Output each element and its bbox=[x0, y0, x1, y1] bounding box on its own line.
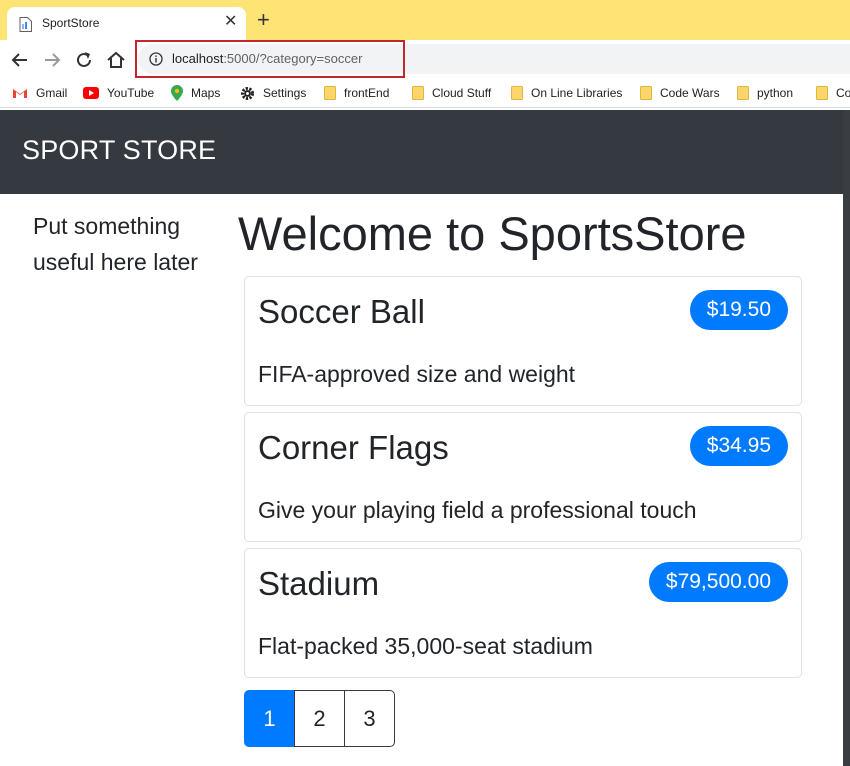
price-badge: $34.95 bbox=[689, 426, 788, 466]
product-description: Flat-packed 35,000-seat stadium bbox=[258, 633, 593, 659]
folder-icon bbox=[640, 86, 652, 100]
bookmark-label: On Line Libraries bbox=[531, 86, 623, 100]
home-icon[interactable] bbox=[105, 49, 127, 71]
product-name: Stadium bbox=[258, 565, 380, 602]
youtube-icon bbox=[83, 87, 99, 99]
bookmark-folder-cloud-stuff[interactable]: Cloud Stuff bbox=[412, 84, 491, 102]
bookmark-label: Code Wars bbox=[660, 86, 720, 100]
forward-arrow-icon[interactable] bbox=[41, 49, 63, 71]
bookmark-folder-online-libraries[interactable]: On Line Libraries bbox=[511, 84, 622, 102]
price-badge: $19.50 bbox=[689, 290, 788, 330]
bookmark-folder-code-wars[interactable]: Code Wars bbox=[640, 84, 720, 102]
gmail-icon bbox=[13, 89, 27, 98]
product-card: Corner Flags $34.95 Give your playing fi… bbox=[244, 412, 802, 542]
navbar-brand[interactable]: SPORT STORE bbox=[22, 135, 216, 166]
bookmark-label: Co bbox=[836, 86, 850, 100]
bookmark-label: python bbox=[757, 86, 794, 100]
new-tab-button[interactable]: + bbox=[257, 9, 270, 31]
gear-icon bbox=[241, 86, 254, 100]
page-title: Welcome to SportsStore bbox=[238, 207, 747, 260]
product-description: Give your playing field a professional t… bbox=[258, 497, 697, 523]
bookmark-folder-frontend[interactable]: frontEnd bbox=[324, 84, 389, 102]
browser-toolbar: localhost:5000/?category=soccer bbox=[0, 40, 850, 78]
close-icon[interactable]: ✕ bbox=[224, 13, 237, 31]
page-button-1[interactable]: 1 bbox=[244, 690, 295, 747]
price-badge: $79,500.00 bbox=[648, 562, 788, 602]
bookmarks-bar: Gmail YouTube Maps Settings frontEnd Clo… bbox=[0, 78, 850, 108]
product-card: Soccer Ball $19.50 FIFA-approved size an… bbox=[244, 276, 802, 406]
bookmark-label: frontEnd bbox=[344, 86, 390, 100]
page-viewport: SPORT STORE Put something useful here la… bbox=[0, 110, 843, 766]
bookmark-label: Settings bbox=[263, 86, 307, 100]
folder-icon bbox=[816, 86, 828, 100]
bookmark-youtube[interactable]: YouTube bbox=[83, 84, 154, 102]
bookmark-label: Cloud Stuff bbox=[432, 86, 492, 100]
bookmark-maps[interactable]: Maps bbox=[171, 84, 220, 102]
navbar: SPORT STORE bbox=[0, 110, 843, 194]
reload-icon[interactable] bbox=[73, 49, 95, 71]
browser-tab[interactable]: SportStore ✕ bbox=[7, 7, 246, 40]
back-arrow-icon[interactable] bbox=[9, 49, 31, 71]
pagination: 1 2 3 bbox=[244, 690, 395, 747]
product-name: Corner Flags bbox=[258, 429, 449, 466]
page-icon bbox=[19, 17, 32, 32]
product-card: Stadium $79,500.00 Flat-packed 35,000-se… bbox=[244, 548, 802, 678]
page-button-3[interactable]: 3 bbox=[344, 690, 395, 747]
maps-icon bbox=[171, 85, 183, 101]
product-name: Soccer Ball bbox=[258, 293, 425, 330]
window-edge bbox=[843, 110, 850, 766]
bookmark-label: Gmail bbox=[36, 86, 68, 100]
page-button-2[interactable]: 2 bbox=[294, 690, 345, 747]
folder-icon bbox=[511, 86, 523, 100]
bookmark-label: Maps bbox=[191, 86, 221, 100]
bookmark-folder-truncated[interactable]: Co bbox=[816, 84, 850, 102]
product-description: FIFA-approved size and weight bbox=[258, 361, 576, 387]
bookmark-folder-python[interactable]: python bbox=[737, 84, 793, 102]
tab-title: SportStore bbox=[42, 16, 100, 30]
folder-icon bbox=[737, 86, 749, 100]
url-highlight-box bbox=[135, 40, 405, 78]
folder-icon bbox=[412, 86, 424, 100]
folder-icon bbox=[324, 86, 336, 100]
bookmark-gmail[interactable]: Gmail bbox=[12, 84, 67, 102]
sidebar-placeholder-text: Put something useful here later bbox=[33, 213, 198, 275]
bookmark-label: YouTube bbox=[107, 86, 155, 100]
bookmark-settings[interactable]: Settings bbox=[240, 84, 306, 102]
browser-tab-strip: SportStore ✕ + bbox=[0, 0, 850, 40]
